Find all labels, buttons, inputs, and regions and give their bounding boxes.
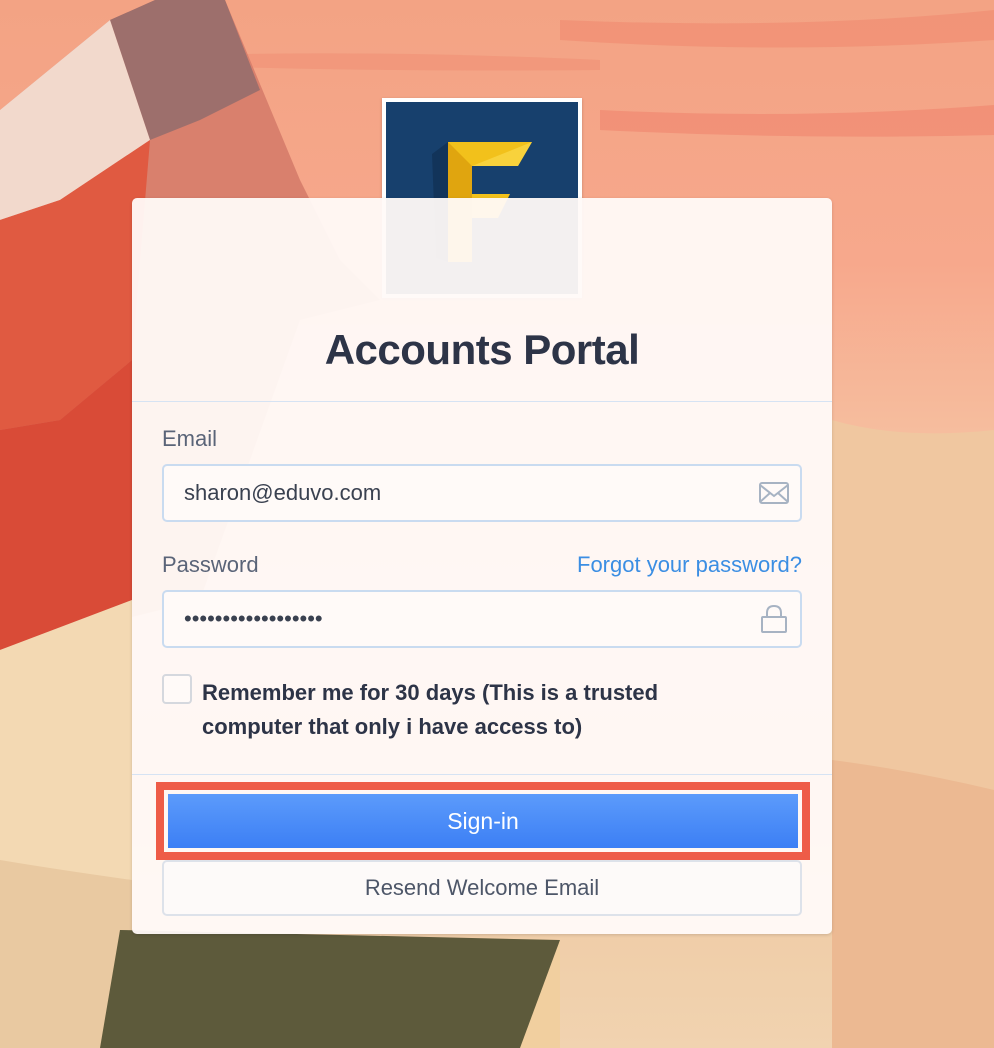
resend-welcome-email-button[interactable]: Resend Welcome Email: [162, 860, 802, 916]
lock-icon: [761, 605, 787, 633]
login-card: Accounts Portal Email Password Forgot yo…: [132, 198, 832, 934]
password-input[interactable]: [184, 592, 744, 646]
forgot-password-link[interactable]: Forgot your password?: [577, 552, 802, 578]
email-input[interactable]: [184, 466, 744, 520]
envelope-icon: [759, 482, 789, 504]
password-label: Password: [162, 552, 259, 577]
header-divider: [132, 401, 832, 402]
remember-me-label[interactable]: Remember me for 30 days (This is a trust…: [202, 676, 762, 744]
remember-me-checkbox[interactable]: [162, 674, 192, 704]
email-label: Email: [162, 426, 218, 451]
page-title: Accounts Portal: [324, 326, 640, 373]
actions-divider: [132, 774, 832, 775]
signin-button[interactable]: Sign-in: [168, 794, 798, 848]
email-field[interactable]: [162, 464, 802, 522]
password-field[interactable]: [162, 590, 802, 648]
